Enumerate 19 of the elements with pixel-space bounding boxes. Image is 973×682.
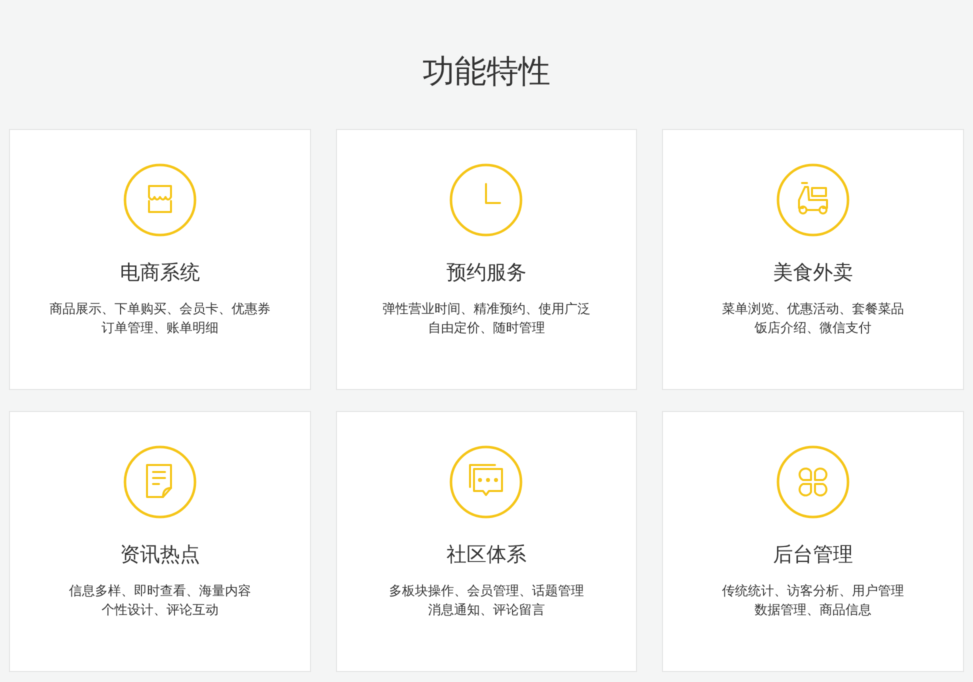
feature-description: 信息多样、即时查看、海量内容 个性设计、评论互动 (68, 582, 251, 619)
clock-icon (449, 163, 524, 237)
feature-title: 社区体系 (446, 543, 526, 568)
feature-title: 预约服务 (446, 261, 526, 286)
feature-description: 菜单浏览、优惠活动、套餐菜品 饭店介绍、微信支付 (722, 300, 904, 337)
clover-icon (776, 445, 850, 519)
storefront-icon (122, 163, 197, 237)
chat-bubbles-icon (449, 445, 524, 519)
feature-description: 商品展示、下单购买、会员卡、优惠券 订单管理、账单明细 (49, 300, 270, 337)
feature-title: 资讯热点 (120, 543, 200, 568)
feature-description: 弹性营业时间、精准预约、使用广泛 自由定价、随时管理 (382, 300, 590, 337)
feature-description: 传统统计、访客分析、用户管理 数据管理、商品信息 (722, 582, 904, 619)
feature-title: 美食外卖 (773, 261, 854, 286)
scooter-icon (776, 163, 850, 237)
feature-title: 后台管理 (773, 543, 854, 568)
feature-title: 电商系统 (120, 261, 200, 286)
section-heading: 功能特性 (422, 52, 552, 91)
document-icon (122, 445, 197, 519)
feature-description: 多板块操作、会员管理、话题管理 消息通知、评论留言 (388, 582, 584, 619)
